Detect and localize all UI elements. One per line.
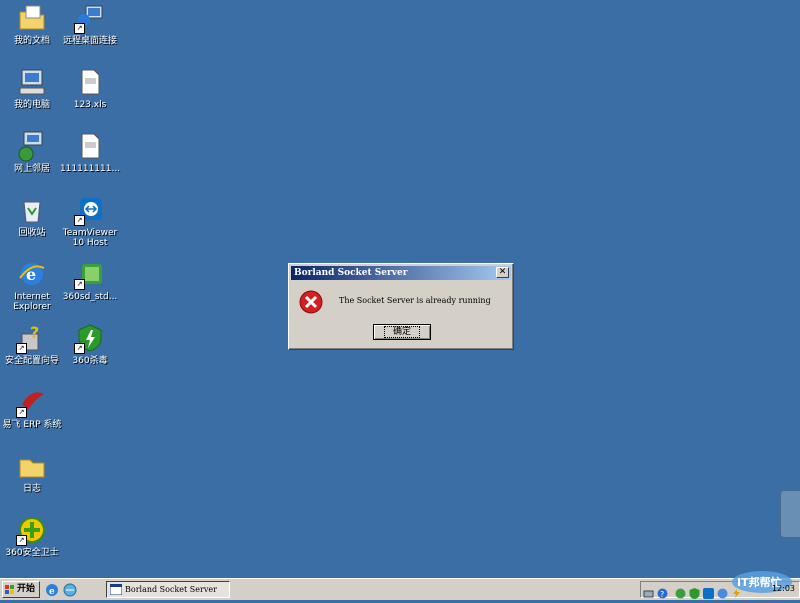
shortcut-arrow-icon: ↗	[74, 279, 85, 290]
shortcut-arrow-icon: ↗	[74, 343, 85, 354]
svg-text:?: ?	[660, 590, 664, 599]
svg-text:e: e	[49, 587, 55, 597]
desktop-icon-teamviewer[interactable]: ↗ TeamViewer 10 Host	[58, 194, 122, 248]
shortcut-arrow-icon: ↗	[16, 343, 27, 354]
desktop-icon-security-wizard[interactable]: ? ↗ 安全配置向导	[0, 322, 64, 366]
tray-360-icon[interactable]	[675, 584, 686, 599]
window-app-icon	[110, 584, 122, 595]
start-button-label: 开始	[17, 584, 36, 594]
taskbar-window-title: Borland Socket Server	[125, 585, 217, 594]
desktop-icon-my-computer[interactable]: 我的电脑	[0, 66, 64, 110]
desktop-icon-label: 远程桌面连接	[62, 36, 117, 46]
desktop-icon-my-documents[interactable]: 我的文档	[0, 2, 64, 46]
dialog-titlebar[interactable]: Borland Socket Server ✕	[291, 266, 511, 280]
desktop-icon-label: 360sd_std...	[62, 292, 118, 302]
desktop-icon-label: 123.xls	[73, 100, 107, 110]
desktop-icon-label: 我的文档	[13, 36, 50, 46]
dialog-title: Borland Socket Server	[294, 268, 408, 278]
shortcut-arrow-icon: ↗	[16, 407, 27, 418]
taskbar: 开始 e Borland Socket Server ? IT邦帮忙 12:03	[0, 571, 800, 600]
svg-text:?: ?	[30, 323, 39, 342]
desktop-icon-label: TeamViewer 10 Host	[62, 228, 118, 248]
ok-button[interactable]: 确定	[373, 324, 431, 340]
folder-documents-icon	[16, 2, 48, 34]
desktop-icon-label: 日志	[22, 484, 41, 494]
error-dialog: Borland Socket Server ✕ The Socket Serve…	[288, 263, 514, 350]
clock[interactable]: 12:03	[772, 584, 795, 593]
quicklaunch-explorer-icon[interactable]	[62, 582, 78, 598]
start-button[interactable]: 开始	[2, 581, 40, 598]
desktop-icon-label: 360杀毒	[72, 356, 108, 366]
desktop-icon-remote-desktop[interactable]: ↗ 远程桌面连接	[58, 2, 122, 46]
recycle-bin-icon	[16, 194, 48, 226]
desktop-icon-label: 111111111...	[59, 164, 121, 174]
360-antivirus-installer-icon: ↗	[74, 258, 106, 290]
desktop-icon-111111111[interactable]: 111111111...	[58, 130, 122, 174]
document-icon	[74, 130, 106, 162]
tray-update-icon[interactable]	[717, 584, 728, 599]
quicklaunch-ie-icon[interactable]: e	[44, 582, 60, 598]
desktop-icon-label: 我的电脑	[13, 100, 50, 110]
360-safe-icon: ↗	[16, 514, 48, 546]
tray-network-icon[interactable]	[643, 584, 654, 598]
desktop-icon-label: 360安全卫士	[5, 548, 59, 558]
desktop-icon-label: 网上邻居	[13, 164, 50, 174]
internet-explorer-icon: e	[16, 258, 48, 290]
remote-desktop-icon: ↗	[74, 2, 106, 34]
desktop-icon-network[interactable]: 网上邻居	[0, 130, 64, 174]
desktop-icon-360sd-std[interactable]: ↗ 360sd_std...	[58, 258, 122, 302]
teamviewer-icon: ↗	[74, 194, 106, 226]
tray-teamviewer-icon[interactable]	[703, 584, 714, 599]
taskbar-window-button[interactable]: Borland Socket Server	[106, 581, 230, 598]
document-icon	[74, 66, 106, 98]
system-tray: ? IT邦帮忙 12:03	[640, 571, 800, 599]
desktop-icon-360-antivirus[interactable]: ↗ 360杀毒	[58, 322, 122, 366]
shortcut-arrow-icon: ↗	[16, 535, 27, 546]
teamviewer-side-tab[interactable]	[780, 490, 800, 538]
desktop-icon-internet-explorer[interactable]: e Internet Explorer	[0, 258, 64, 312]
desktop-icon-log-folder[interactable]: 日志	[0, 450, 64, 494]
desktop-icon-123-xls[interactable]: 123.xls	[58, 66, 122, 110]
shortcut-arrow-icon: ↗	[74, 215, 85, 226]
desktop-icon-360-safe[interactable]: ↗ 360安全卫士	[0, 514, 64, 558]
tray-shield-icon[interactable]	[689, 584, 700, 599]
dialog-close-button[interactable]: ✕	[496, 267, 509, 278]
ok-button-label: 确定	[383, 326, 420, 338]
windows-flag-icon	[5, 585, 14, 594]
folder-icon	[16, 450, 48, 482]
dialog-message: The Socket Server is already running	[339, 296, 491, 305]
shortcut-arrow-icon: ↗	[74, 23, 85, 34]
network-icon	[16, 130, 48, 162]
desktop-icon-yifei-erp[interactable]: ↗ 易飞 ERP 系统	[0, 386, 64, 430]
tray-help-icon[interactable]: ?	[657, 584, 668, 599]
desktop-icon-recycle-bin[interactable]: 回收站	[0, 194, 64, 238]
error-icon	[299, 290, 323, 314]
security-wizard-icon: ? ↗	[16, 322, 48, 354]
yifei-erp-icon: ↗	[16, 386, 48, 418]
desktop-icon-label: 回收站	[18, 228, 46, 238]
desktop-icon-label: 安全配置向导	[4, 356, 59, 366]
computer-icon	[16, 66, 48, 98]
360-antivirus-icon: ↗	[74, 322, 106, 354]
desktop-icon-label: Internet Explorer	[13, 292, 51, 312]
desktop-icon-label: 易飞 ERP 系统	[2, 420, 62, 430]
